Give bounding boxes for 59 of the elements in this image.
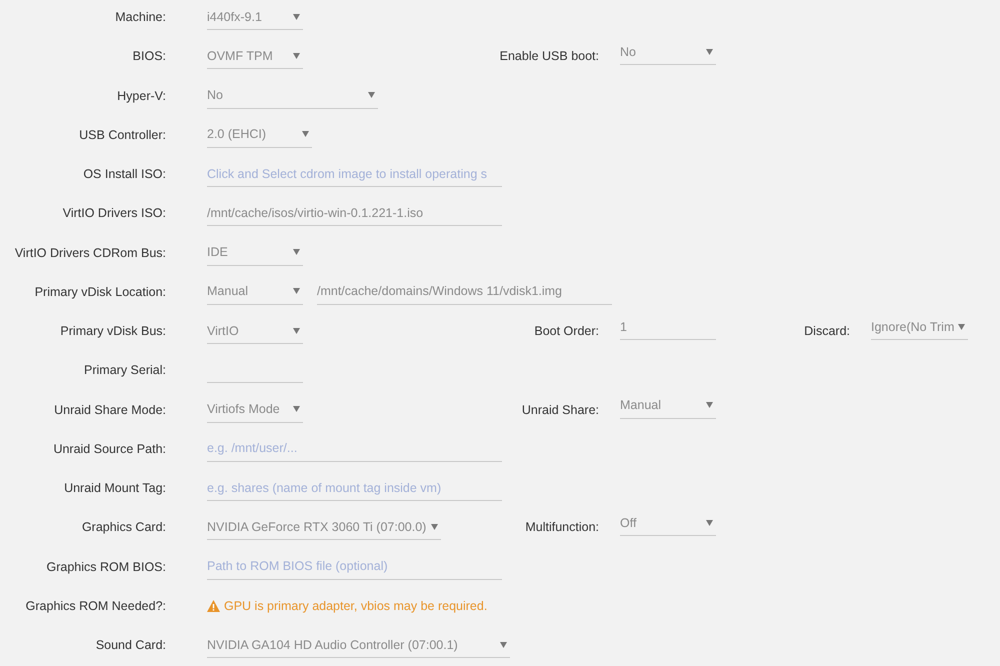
caret-icon — [706, 48, 713, 55]
field-label: Primary vDisk Bus: — [59, 323, 166, 340]
dropdown[interactable]: i440fx-9.1 — [207, 4, 303, 30]
field-label: Graphics ROM Needed?: — [24, 598, 166, 615]
field-label: Boot Order: — [533, 323, 599, 340]
field-label: Graphics Card: — [80, 519, 166, 536]
input-field[interactable]: Click and Select cdrom image to install operating s — [207, 161, 502, 187]
field-label: Graphics ROM BIOS: — [46, 558, 166, 576]
dropdown[interactable]: 2.0 (EHCI) — [207, 122, 312, 148]
caret-icon — [706, 402, 713, 408]
dropdown[interactable]: Virtiofs Mode — [207, 396, 303, 422]
dropdown[interactable]: Off — [620, 510, 716, 536]
caret-icon — [500, 642, 507, 648]
field-label: Enable USB boot: — [498, 48, 599, 66]
caret-icon — [302, 131, 309, 138]
caret-icon — [293, 52, 300, 59]
dropdown[interactable]: IDE — [207, 240, 303, 266]
field-label: BIOS: — [132, 48, 166, 66]
field-label: Hyper-V: — [116, 88, 166, 105]
field-label: Unraid Share: — [520, 402, 599, 418]
input-field[interactable]: /mnt/cache/domains/Windows 11/vdisk1.img — [317, 278, 612, 305]
caret-icon — [293, 288, 300, 294]
field-label: Primary Serial: — [83, 362, 166, 380]
field-label: Unraid Share Mode: — [53, 402, 166, 418]
dropdown[interactable]: Manual — [620, 392, 716, 418]
field-label: Multifunction: — [524, 519, 599, 536]
field-label: USB Controller: — [78, 126, 166, 144]
dropdown[interactable]: NVIDIA GeForce RTX 3060 Ti (07:00.0) — [207, 514, 441, 540]
dropdown[interactable]: OVMF TPM — [207, 43, 303, 70]
dropdown[interactable]: No — [620, 39, 716, 66]
field-label: Sound Card: — [94, 637, 166, 654]
input-field[interactable]: Path to ROM BIOS file (optional) — [207, 554, 502, 580]
input-field[interactable]: e.g. /mnt/user/... — [207, 436, 502, 462]
caret-icon — [293, 328, 300, 334]
caret-icon — [293, 249, 300, 255]
field-label: Primary vDisk Location: — [34, 284, 166, 301]
dropdown[interactable]: Manual — [207, 278, 303, 305]
warning-text: GPU is primary adapter, vbios may be required. — [224, 598, 488, 613]
caret-icon — [431, 524, 438, 530]
field-label: Unraid Source Path: — [52, 440, 166, 458]
field-label: Machine: — [114, 9, 166, 26]
dropdown[interactable]: No — [207, 82, 378, 108]
dropdown[interactable]: NVIDIA GA104 HD Audio Controller (07:00.1) — [207, 632, 510, 658]
caret-icon — [958, 324, 965, 330]
input-field[interactable]: /mnt/cache/isos/virtio-win-0.1.221-1.iso — [207, 200, 502, 226]
field-label: VirtIO Drivers CDRom Bus: — [14, 244, 166, 262]
caret-icon — [368, 92, 375, 98]
input-field[interactable]: 1 — [620, 314, 716, 340]
field-label: Unraid Mount Tag: — [63, 480, 166, 497]
field-label: VirtIO Drivers ISO: — [62, 205, 166, 222]
dropdown[interactable]: Ignore(No Trim — [871, 314, 968, 340]
caret-icon — [293, 406, 300, 412]
caret-icon — [293, 14, 300, 20]
warning-icon — [207, 600, 220, 612]
dropdown[interactable]: VirtIO — [207, 318, 303, 344]
field-label: Discard: — [803, 323, 850, 340]
input-field[interactable]: e.g. shares (name of mount tag inside vm) — [207, 475, 502, 501]
field-label: OS Install ISO: — [82, 166, 166, 183]
caret-icon — [706, 520, 713, 526]
